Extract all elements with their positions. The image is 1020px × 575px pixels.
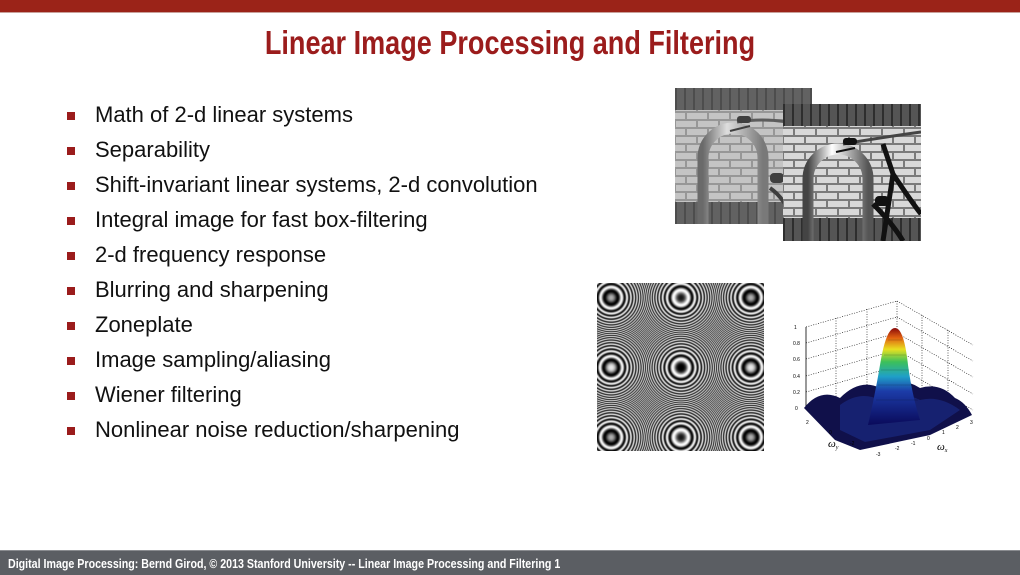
- footer-bar: Digital Image Processing: Bernd Girod, ©…: [0, 550, 1020, 575]
- bullet-text: 2-d frequency response: [95, 242, 327, 267]
- bullet-square-icon: [67, 147, 75, 155]
- bullet-square-icon: [67, 322, 75, 330]
- wx-axis-label: ωx: [937, 441, 948, 454]
- bullet-square-icon: [67, 182, 75, 190]
- bullet-square-icon: [67, 357, 75, 365]
- bullet-text: Math of 2-d linear systems: [95, 102, 353, 127]
- surface-peak: [868, 328, 920, 425]
- bullet-square-icon: [67, 112, 75, 120]
- z-tick-labels: 1 0.8 0.6 0.4 0.2 0: [793, 325, 800, 412]
- z-tick: 0.8: [793, 341, 800, 347]
- wy-tick: 0: [829, 430, 832, 436]
- top-accent-bar: [0, 0, 1020, 13]
- bike-rack-photo-sharpened: [783, 104, 921, 241]
- wx-tick: 2: [956, 425, 959, 431]
- bullet-text: Zoneplate: [95, 312, 193, 337]
- bullet-square-icon: [67, 217, 75, 225]
- bullet-text: Blurring and sharpening: [95, 277, 329, 302]
- zoneplate-pattern: [597, 283, 764, 451]
- bullet-item: Zoneplate: [67, 312, 538, 347]
- bullet-text: Separability: [95, 137, 210, 162]
- frequency-response-plot: 1 0.8 0.6 0.4 0.2 0 2 0 -2 -3 -2 -1 0 1 …: [793, 300, 974, 458]
- wy-tick: -2: [850, 441, 855, 447]
- bullet-text: Image sampling/aliasing: [95, 347, 332, 372]
- bullet-square-icon: [67, 287, 75, 295]
- footer-text: Digital Image Processing: Bernd Girod, ©…: [8, 556, 561, 571]
- bullet-item: Blurring and sharpening: [67, 277, 538, 312]
- bullet-square-icon: [67, 427, 75, 435]
- z-tick: 0.2: [793, 390, 800, 396]
- z-tick: 0: [795, 406, 798, 412]
- slide-title: Linear Image Processing and Filtering: [264, 24, 756, 61]
- bullet-text: Shift-invariant linear systems, 2-d conv…: [95, 172, 538, 197]
- bullet-text: Wiener filtering: [95, 382, 242, 407]
- wx-tick: 1: [942, 430, 945, 436]
- bullet-square-icon: [67, 252, 75, 260]
- wy-tick: 2: [806, 420, 809, 426]
- bullet-item: Math of 2-d linear systems: [67, 102, 538, 137]
- bullet-item: Integral image for fast box-filtering: [67, 207, 538, 242]
- bullet-text: Integral image for fast box-filtering: [95, 207, 428, 232]
- bullet-item: Shift-invariant linear systems, 2-d conv…: [67, 172, 538, 207]
- bullet-text: Nonlinear noise reduction/sharpening: [95, 417, 460, 442]
- bullet-list: Math of 2-d linear systems Separability …: [67, 102, 538, 452]
- z-tick: 0.4: [793, 374, 800, 380]
- bullet-item: 2-d frequency response: [67, 242, 538, 277]
- bullet-item: Image sampling/aliasing: [67, 347, 538, 382]
- bullet-item: Separability: [67, 137, 538, 172]
- wx-tick: -1: [911, 441, 916, 447]
- wx-tick: 3: [970, 420, 973, 426]
- z-tick: 0.6: [793, 357, 800, 363]
- wx-tick: -3: [876, 452, 881, 458]
- wx-tick: 0: [927, 436, 930, 442]
- bullet-square-icon: [67, 392, 75, 400]
- bullet-item: Nonlinear noise reduction/sharpening: [67, 417, 538, 452]
- z-tick: 1: [794, 325, 797, 331]
- wx-tick: -2: [895, 446, 900, 452]
- bullet-item: Wiener filtering: [67, 382, 538, 417]
